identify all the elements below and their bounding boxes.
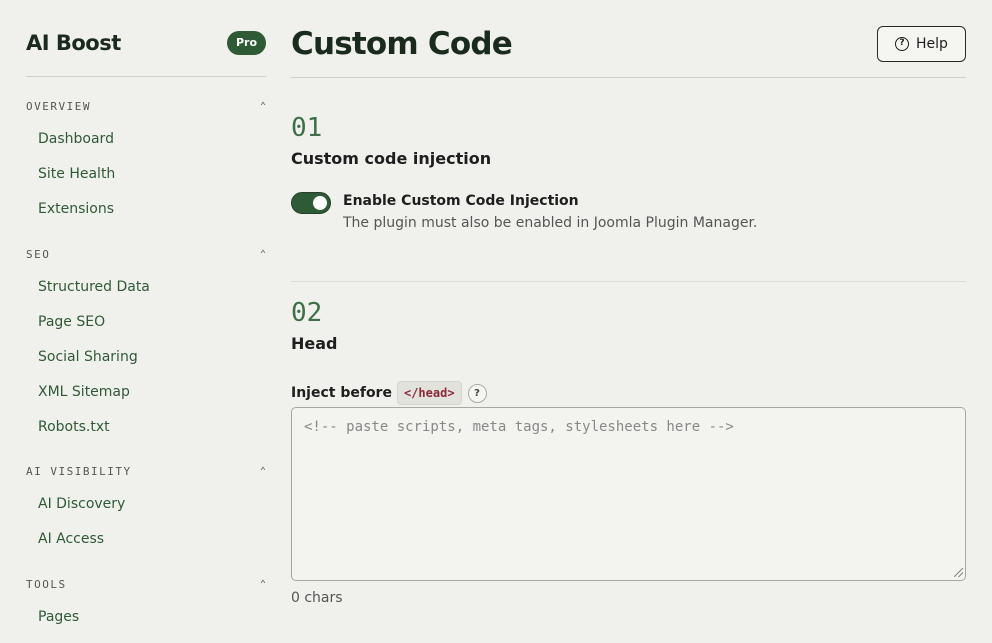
chevron-up-icon: ⌃ (259, 100, 266, 112)
nav-section-header-overview[interactable]: OVERVIEW ⌃ (26, 96, 266, 116)
nav-section-header-ai-visibility[interactable]: AI VISIBILITY ⌃ (26, 461, 266, 481)
nav-section-seo: SEO ⌃ Structured Data Page SEO Social Sh… (26, 244, 266, 445)
brand-divider (26, 76, 266, 77)
sidebar: AI Boost Pro OVERVIEW ⌃ Dashboard Site H… (26, 0, 266, 643)
step-number-02: 02 (291, 298, 323, 328)
toggle-description: The plugin must also be enabled in Jooml… (343, 215, 758, 231)
head-tag-chip: </head> (396, 381, 462, 405)
sidebar-item-pages[interactable]: Pages (26, 600, 266, 635)
nav-section-header-tools[interactable]: TOOLS ⌃ (26, 574, 266, 594)
step-title-custom-code-injection: Custom code injection (291, 149, 492, 168)
sidebar-item-structured-data[interactable]: Structured Data (26, 270, 266, 305)
help-button[interactable]: ? Help (877, 26, 966, 62)
chevron-up-icon: ⌃ (259, 578, 266, 590)
nav-section-title: OVERVIEW (26, 99, 91, 113)
chevron-up-icon: ⌃ (259, 248, 266, 260)
inject-before-label: Inject before (291, 385, 392, 401)
step-title-head: Head (291, 334, 338, 353)
sidebar-item-ai-discovery[interactable]: AI Discovery (26, 487, 266, 522)
section-divider (291, 281, 966, 282)
enable-injection-toggle[interactable] (291, 192, 331, 214)
inject-label-row: Inject before </head> ? (291, 380, 487, 406)
toggle-label: Enable Custom Code Injection (343, 193, 579, 209)
nav-section-tools: TOOLS ⌃ Pages (26, 574, 266, 635)
page-title: Custom Code (291, 26, 513, 62)
chevron-up-icon: ⌃ (259, 465, 266, 477)
sidebar-item-page-seo[interactable]: Page SEO (26, 305, 266, 340)
brand-title: AI Boost (26, 31, 121, 55)
question-icon[interactable]: ? (467, 383, 487, 403)
sidebar-item-site-health[interactable]: Site Health (26, 157, 266, 192)
sidebar-item-ai-access[interactable]: AI Access (26, 522, 266, 557)
nav-section-title: TOOLS (26, 577, 67, 591)
step-number-01: 01 (291, 113, 323, 143)
char-count: 0 chars (291, 590, 343, 606)
nav-section-title: SEO (26, 247, 51, 261)
sidebar-item-social-sharing[interactable]: Social Sharing (26, 340, 266, 375)
nav-section-header-seo[interactable]: SEO ⌃ (26, 244, 266, 264)
main-content: Custom Code ? Help 01 Custom code inject… (291, 0, 966, 643)
title-divider (291, 77, 966, 78)
nav-section-overview: OVERVIEW ⌃ Dashboard Site Health Extensi… (26, 96, 266, 227)
sidebar-item-robots-txt[interactable]: Robots.txt (26, 410, 266, 445)
help-circle-icon: ? (895, 37, 910, 51)
sidebar-item-dashboard[interactable]: Dashboard (26, 122, 266, 157)
brand-row: AI Boost Pro (26, 29, 266, 57)
nav-section-title: AI VISIBILITY (26, 464, 132, 478)
sidebar-item-extensions[interactable]: Extensions (26, 192, 266, 227)
sidebar-item-xml-sitemap[interactable]: XML Sitemap (26, 375, 266, 410)
pro-badge: Pro (226, 31, 266, 55)
nav-section-ai-visibility: AI VISIBILITY ⌃ AI Discovery AI Access (26, 461, 266, 557)
help-button-label: Help (916, 36, 948, 52)
toggle-knob (313, 196, 327, 210)
resize-handle-icon[interactable] (954, 568, 963, 577)
head-code-textarea[interactable] (291, 407, 966, 581)
